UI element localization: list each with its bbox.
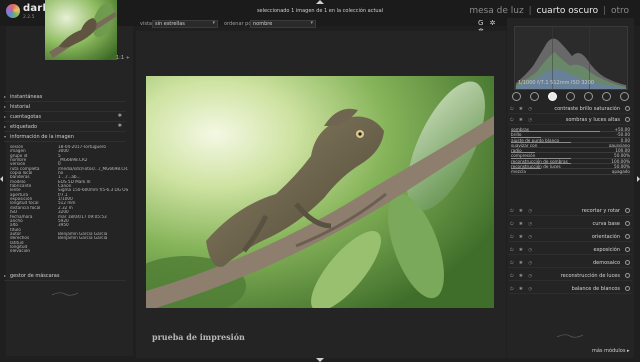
module-snapshots[interactable]: ▸ instantáneas	[4, 92, 126, 102]
module-controls-icon[interactable]: ⏻ ✱ ◷	[510, 208, 534, 214]
expand-arrow-icon: ▸	[4, 273, 7, 278]
grouping-icon[interactable]: G	[478, 19, 485, 27]
view-separator: |	[603, 6, 607, 16]
expand-arrow-icon: ▸	[4, 94, 7, 99]
panel-end-ornament-icon	[556, 334, 584, 338]
module-icon	[625, 234, 630, 239]
filter-bar: vista sin estrellas ordenar por nombre G…	[136, 19, 506, 35]
module-orientation[interactable]: ⏻ ✱ ◷ orientación	[509, 232, 632, 242]
module-history[interactable]: ▸ historial	[4, 102, 126, 112]
sort-select[interactable]: nombre	[250, 20, 316, 28]
module-icon	[625, 117, 630, 122]
module-icon	[625, 286, 630, 291]
module-crop-rotate[interactable]: ⏻ ✱ ◷ recortar y rotar	[509, 206, 632, 216]
correct-group-icon[interactable]	[602, 92, 611, 101]
overlays-icon[interactable]: ✲	[490, 19, 498, 27]
view-switcher: mesa de luz | cuarto oscuro | otro	[468, 6, 630, 16]
darktable-logo-icon	[6, 4, 20, 18]
module-group-bar	[508, 92, 634, 102]
view-darkroom[interactable]: cuarto oscuro	[537, 6, 599, 16]
view-separator: |	[528, 6, 532, 16]
selection-status: seleccionado 1 imagen de 1 en la colecci…	[256, 8, 384, 14]
param-slider[interactable]: mezcla apagado	[509, 169, 632, 175]
more-modules-button[interactable]: más módulos ▸	[592, 348, 630, 354]
slider-track	[511, 173, 630, 175]
module-controls-icon[interactable]: ⏻ ✱ ◷	[510, 221, 534, 227]
tone-group-icon[interactable]	[566, 92, 575, 101]
effect-group-icon[interactable]	[620, 92, 629, 101]
basic-group-icon[interactable]	[548, 92, 557, 101]
shadows-highlights-params: sombras +50.00 brillo -50.00 ajuste de punto…	[509, 127, 632, 175]
collapse-top-arrow-icon[interactable]	[316, 0, 324, 4]
module-icon	[625, 247, 630, 252]
module-base-curve[interactable]: ⏻ ✱ ◷ curva base	[509, 219, 632, 229]
module-highlight-reconstruction[interactable]: ⏻ ✱ ◷ reconstrucción de luces	[509, 271, 632, 281]
panel-end-ornament-icon	[51, 292, 79, 296]
module-contrast-brightness-saturation[interactable]: ⏻ ✱ ◷ contraste brillo saturación	[509, 104, 632, 114]
view-filter-select[interactable]: sin estrellas	[152, 20, 218, 28]
module-exposure[interactable]: ⏻ ✱ ◷ exposición	[509, 245, 632, 255]
expand-arrow-icon: ▸	[4, 104, 7, 109]
info-key: elevación	[10, 249, 31, 254]
collapse-arrow-icon: ▾	[4, 134, 7, 139]
collapse-bottom-arrow-icon[interactable]	[316, 358, 324, 362]
image-info-table: sesión 18-04-2017-Tortuguero imagen 3000 gru…	[10, 145, 128, 254]
print-caption: prueba de impresión	[152, 332, 245, 342]
module-icon	[625, 260, 630, 265]
module-icon	[625, 106, 630, 111]
view-other[interactable]: otro	[611, 6, 629, 16]
navigation-thumbnail-image	[45, 0, 117, 60]
module-icon	[625, 208, 630, 213]
expand-arrow-icon: ▸	[4, 124, 7, 129]
module-white-balance[interactable]: ⏻ ✱ ◷ balance de blancos	[509, 284, 632, 294]
favorites-icon[interactable]	[530, 92, 539, 101]
module-demosaic[interactable]: ⏻ ✱ ◷ demosaico	[509, 258, 632, 268]
collapse-left-arrow-icon[interactable]	[0, 176, 3, 182]
color-group-icon[interactable]	[584, 92, 593, 101]
module-controls-icon[interactable]: ⏻ ✱ ◷	[510, 286, 534, 292]
module-icon	[625, 273, 630, 278]
main-image[interactable]	[146, 76, 494, 308]
navigation-thumbnail[interactable]	[45, 0, 117, 60]
nav-zoom-level[interactable]: 1:1 ÷	[116, 55, 130, 61]
module-controls-icon[interactable]: ⏻ ✱ ◷	[510, 247, 534, 253]
module-image-information[interactable]: ▾ información de la imagen	[4, 132, 126, 142]
presets-icon[interactable]: ✱	[118, 123, 122, 129]
histogram-exif: 1/1000 f/7.1 512mm ISO 3200	[518, 80, 594, 86]
module-controls-icon[interactable]: ⏻ ✱ ◷	[510, 234, 534, 240]
module-controls-icon[interactable]: ⏻ ✱ ◷	[510, 117, 534, 123]
module-tagging[interactable]: ▸ etiquetado ✱	[4, 122, 126, 132]
module-color-picker[interactable]: ▸ cuentagotas ✱	[4, 112, 126, 122]
module-shadows-highlights[interactable]: ⏻ ✱ ◷ sombras y luces altas	[509, 115, 632, 125]
view-lighttable[interactable]: mesa de luz	[469, 6, 523, 16]
module-icon	[625, 221, 630, 226]
view-filter-label: vista	[140, 21, 152, 27]
expand-arrow-icon: ▸	[4, 114, 7, 119]
app-version: 2.2.5	[23, 15, 35, 20]
info-row: elevación	[10, 249, 128, 253]
module-mask-manager[interactable]: ▸ gestor de máscaras	[4, 271, 126, 281]
presets-icon[interactable]: ✱	[118, 113, 122, 119]
module-controls-icon[interactable]: ⏻ ✱ ◷	[510, 260, 534, 266]
module-controls-icon[interactable]: ⏻ ✱ ◷	[510, 106, 534, 112]
power-icon[interactable]	[512, 92, 521, 101]
module-controls-icon[interactable]: ⏻ ✱ ◷	[510, 273, 534, 279]
